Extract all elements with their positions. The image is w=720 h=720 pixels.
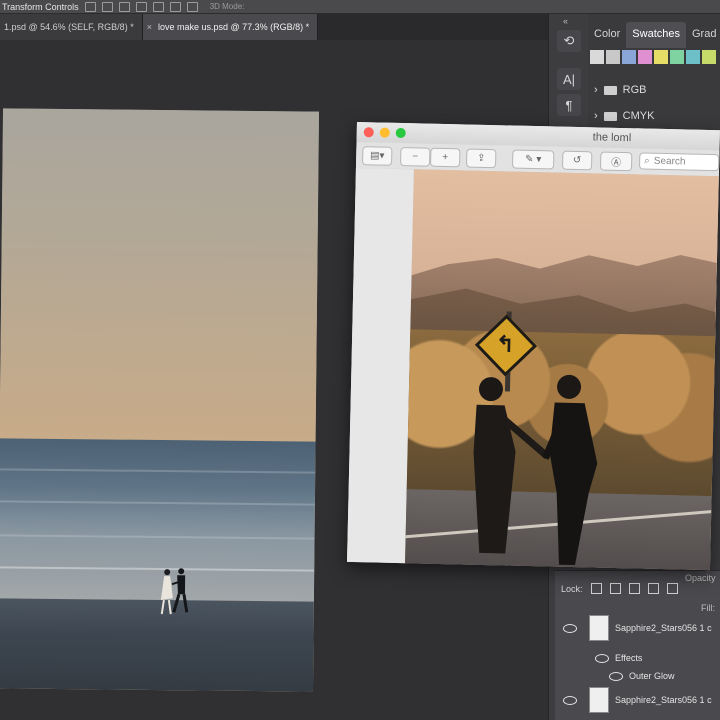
align-middle-icon[interactable] bbox=[152, 1, 164, 12]
layer-name: Sapphire2_Stars056 1 c bbox=[615, 623, 712, 633]
search-field[interactable]: ⌕ Search bbox=[638, 152, 720, 172]
chevron-right-icon: › bbox=[594, 84, 598, 96]
window-title: the loml bbox=[592, 131, 632, 145]
eye-icon[interactable] bbox=[595, 653, 609, 663]
chevron-right-icon: › bbox=[594, 110, 598, 122]
lock-label: Lock: bbox=[561, 583, 583, 594]
tab-color[interactable]: Color bbox=[588, 22, 626, 48]
align-left-icon[interactable] bbox=[84, 1, 96, 12]
close-window-button[interactable] bbox=[363, 127, 374, 138]
align-right-icon[interactable] bbox=[118, 1, 130, 12]
effects-label: Effects bbox=[615, 653, 643, 663]
minimize-window-button[interactable] bbox=[379, 127, 390, 138]
swatch-color[interactable] bbox=[622, 50, 636, 64]
share-icon[interactable]: ⇪ bbox=[465, 148, 497, 169]
tab-bar-empty bbox=[318, 14, 560, 40]
tab-gradients[interactable]: Grad bbox=[686, 22, 720, 48]
search-placeholder: Search bbox=[653, 155, 686, 168]
swatch-color[interactable] bbox=[590, 50, 604, 64]
sidebar-toggle-icon[interactable]: ▤▾ bbox=[362, 146, 393, 166]
folder-label: CMYK bbox=[622, 110, 655, 122]
preview-sidebar bbox=[347, 167, 415, 564]
eye-icon[interactable] bbox=[563, 695, 577, 705]
tab-swatches[interactable]: Swatches bbox=[626, 22, 686, 48]
beach-photo-canvas[interactable] bbox=[0, 108, 320, 692]
layers-panel: Opacity Lock: Fill: Sapphire2_Stars056 1… bbox=[555, 570, 720, 720]
markup-pen-icon[interactable]: ✎ ▾ bbox=[511, 149, 555, 170]
transform-controls-label[interactable]: Transform Controls bbox=[2, 2, 79, 12]
turn-left-arrow-icon: ↰ bbox=[495, 331, 515, 357]
zoom-in-icon[interactable]: + bbox=[430, 147, 461, 168]
document-tab-1[interactable]: 1.psd @ 54.6% (SELF, RGB/8) * bbox=[0, 14, 143, 40]
document-tab-2[interactable]: × love make us.psd @ 77.3% (RGB/8) * bbox=[142, 14, 319, 40]
lock-row: Lock: bbox=[561, 583, 678, 594]
lock-artboard-icon[interactable] bbox=[647, 583, 659, 594]
layer-thumbnail bbox=[589, 687, 609, 713]
document-tab-bar: 1.psd @ 54.6% (SELF, RGB/8) * × love mak… bbox=[0, 14, 560, 40]
align-center-icon[interactable] bbox=[101, 1, 113, 12]
eye-icon[interactable] bbox=[563, 623, 577, 633]
lock-position-icon[interactable] bbox=[628, 583, 640, 594]
lock-all-icon[interactable] bbox=[666, 583, 678, 594]
tab-title: 1.psd @ 54.6% (SELF, RGB/8) * bbox=[4, 22, 134, 32]
layer-thumbnail bbox=[589, 615, 609, 641]
folder-label: RGB bbox=[622, 84, 647, 96]
tab-title: love make us.psd @ 77.3% (RGB/8) * bbox=[157, 22, 310, 32]
lock-transparent-icon[interactable] bbox=[590, 583, 602, 594]
opacity-label[interactable]: Opacity bbox=[685, 573, 716, 583]
preview-window[interactable]: the loml ▤▾ − + ⇪ ✎ ▾ ↺ Ⓐ ⌕ Search ↰ bbox=[347, 122, 720, 571]
character-icon[interactable]: A| bbox=[557, 68, 581, 90]
fill-label[interactable]: Fill: bbox=[701, 603, 715, 613]
layer-name: Sapphire2_Stars056 1 c bbox=[615, 695, 712, 705]
layer-effect-row[interactable]: Outer Glow bbox=[555, 667, 720, 685]
collapse-panels-icon[interactable]: « bbox=[563, 16, 568, 26]
lock-pixels-icon[interactable] bbox=[609, 583, 621, 594]
swatch-folder-rgb[interactable]: › RGB bbox=[594, 84, 647, 96]
panel-tabs: Color Swatches Grad bbox=[588, 22, 720, 48]
effect-label: Outer Glow bbox=[629, 671, 675, 681]
swatch-color[interactable] bbox=[638, 50, 652, 64]
swatch-color[interactable] bbox=[670, 50, 684, 64]
search-icon: ⌕ bbox=[644, 155, 650, 167]
recent-swatches bbox=[590, 50, 720, 66]
markup-toolbar-icon[interactable]: Ⓐ bbox=[599, 151, 633, 172]
couple-photo[interactable]: ↰ bbox=[405, 169, 719, 571]
options-bar: Transform Controls 3D Mode: bbox=[0, 0, 720, 14]
3d-mode-label: 3D Mode: bbox=[209, 2, 245, 11]
zoom-out-icon[interactable]: − bbox=[400, 146, 431, 167]
layer-row[interactable]: Sapphire2_Stars056 1 c bbox=[555, 615, 720, 641]
folder-icon bbox=[603, 111, 617, 121]
swatch-color[interactable] bbox=[686, 50, 700, 64]
photoshop-screen: Transform Controls 3D Mode: 1.psd @ 54.6… bbox=[0, 0, 720, 720]
couple-silhouette bbox=[160, 568, 189, 615]
swatch-folder-cmyk[interactable]: › CMYK bbox=[594, 110, 654, 122]
more-options-icon[interactable] bbox=[186, 1, 198, 12]
walking-couple bbox=[473, 374, 598, 566]
swatch-color[interactable] bbox=[702, 50, 716, 64]
folder-icon bbox=[603, 85, 617, 95]
align-top-icon[interactable] bbox=[135, 1, 147, 12]
close-icon[interactable]: × bbox=[147, 22, 152, 32]
layer-effects-row[interactable]: Effects bbox=[555, 649, 720, 667]
sky-region bbox=[0, 108, 320, 442]
paragraph-icon[interactable]: ¶ bbox=[557, 94, 581, 116]
rotate-icon[interactable]: ↺ bbox=[561, 150, 593, 171]
swatch-color[interactable] bbox=[606, 50, 620, 64]
history-icon[interactable]: ⟲ bbox=[557, 30, 581, 52]
eye-icon[interactable] bbox=[609, 671, 623, 681]
distribute-icon[interactable] bbox=[169, 1, 181, 12]
zoom-window-button[interactable] bbox=[395, 127, 406, 139]
layer-row[interactable]: Sapphire2_Stars056 1 c bbox=[555, 687, 720, 713]
swatch-color[interactable] bbox=[654, 50, 668, 64]
